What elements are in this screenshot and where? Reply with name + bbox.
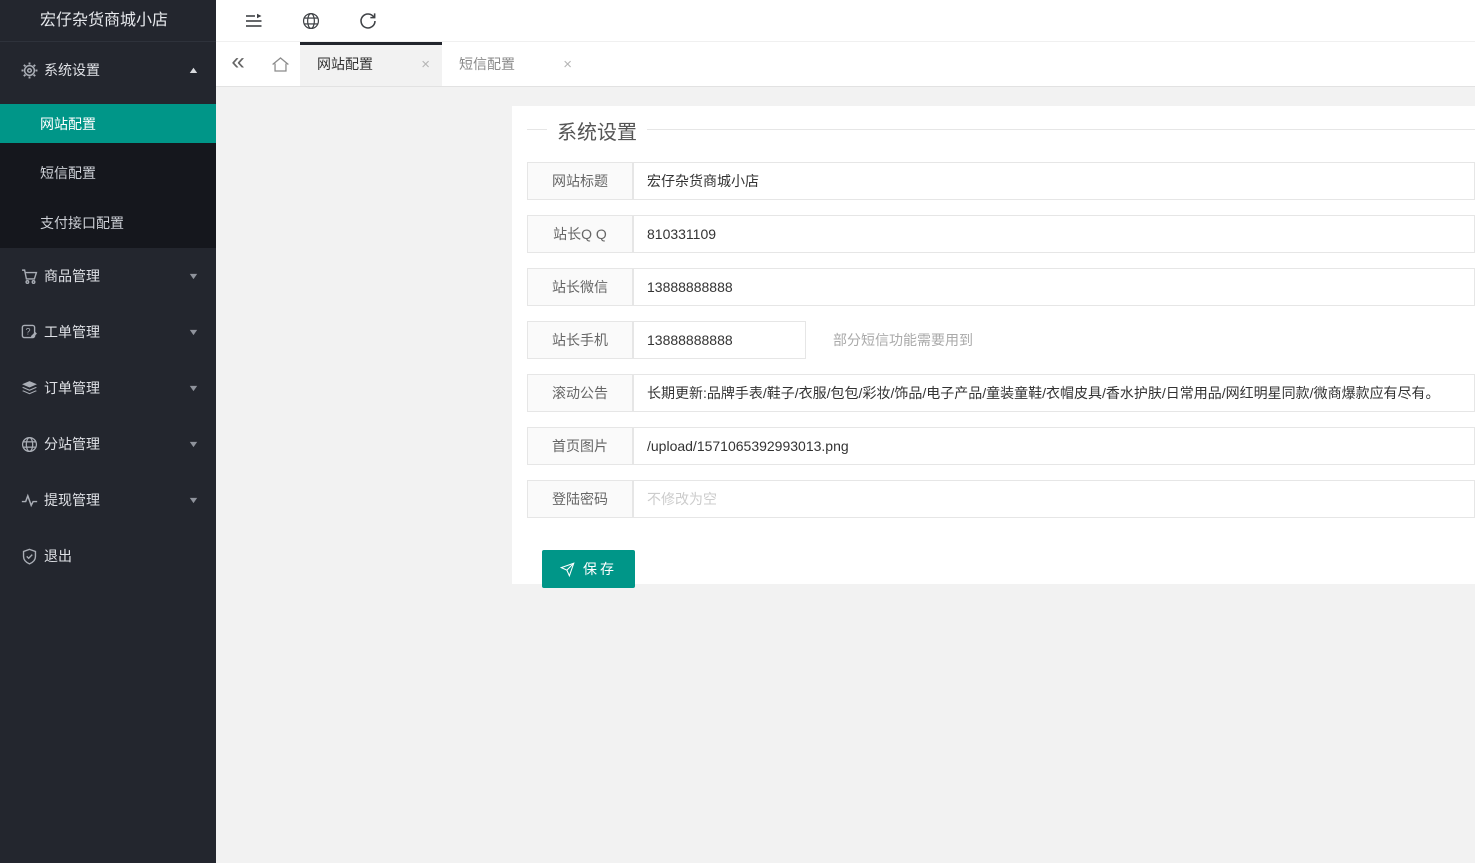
home-icon: [270, 55, 291, 74]
form-row-qq: 站长Q Q: [527, 215, 1475, 253]
tab-bar: « 网站配置 × 短信配置 ×: [216, 42, 1475, 87]
chevron-down-icon: ▼: [187, 327, 199, 337]
sidebar-item-label: 商品管理: [44, 266, 189, 286]
sidebar-item-substations[interactable]: 分站管理 ▼: [0, 416, 216, 472]
close-icon[interactable]: ×: [563, 57, 572, 72]
cart-icon: [21, 268, 38, 285]
pulse-icon: [21, 492, 38, 509]
field-label: 首页图片: [527, 427, 633, 465]
notice-input[interactable]: [633, 374, 1475, 412]
qq-input[interactable]: [633, 215, 1475, 253]
sidebar-item-payment-config[interactable]: 支付接口配置: [0, 198, 216, 248]
sidebar: 宏仔杂货商城小店 系统设置 ▲ 网站配置 短信配置 支付接口配置: [0, 0, 216, 863]
layers-icon: [21, 380, 38, 397]
site-globe-icon[interactable]: [302, 12, 320, 30]
ticket-question-icon: ?: [21, 324, 38, 341]
fieldset-divider: 系统设置: [527, 129, 1475, 130]
form-row-site-title: 网站标题: [527, 162, 1475, 200]
content-area: 系统设置 网站标题 站长Q Q 站长微信 站长手机 部分短信功能需要用到 滚动公…: [216, 87, 1475, 863]
shield-check-icon: [21, 548, 38, 565]
chevron-up-icon: ▲: [187, 65, 199, 75]
form-row-password: 登陆密码: [527, 480, 1475, 518]
system-settings-submenu: 网站配置 短信配置 支付接口配置: [0, 104, 216, 248]
password-input[interactable]: [633, 480, 1475, 518]
sidebar-item-label: 工单管理: [44, 322, 189, 342]
sidebar-item-work-orders[interactable]: ? 工单管理 ▼: [0, 304, 216, 360]
chevron-down-icon: ▼: [187, 495, 199, 505]
field-label: 站长Q Q: [527, 215, 633, 253]
sidebar-item-label: 退出: [44, 546, 198, 566]
tabs-collapse-button[interactable]: «: [216, 42, 260, 86]
home-image-input[interactable]: [633, 427, 1475, 465]
home-tab[interactable]: [260, 42, 300, 86]
refresh-icon[interactable]: [359, 12, 377, 30]
paper-plane-icon: [560, 562, 575, 577]
submenu-item-label: 短信配置: [40, 163, 96, 183]
sidebar-item-withdrawals[interactable]: 提现管理 ▼: [0, 472, 216, 528]
form-row-wechat: 站长微信: [527, 268, 1475, 306]
globe-icon: [21, 436, 38, 453]
sidebar-item-sms-config[interactable]: 短信配置: [0, 148, 216, 198]
save-button-label: 保存: [583, 559, 617, 579]
field-label: 滚动公告: [527, 374, 633, 412]
field-label: 网站标题: [527, 162, 633, 200]
sidebar-item-label: 订单管理: [44, 378, 189, 398]
form-row-notice: 滚动公告: [527, 374, 1475, 412]
field-label: 站长微信: [527, 268, 633, 306]
submenu-item-label: 网站配置: [40, 114, 96, 134]
sidebar-item-site-config[interactable]: 网站配置: [0, 104, 216, 143]
phone-hint-text: 部分短信功能需要用到: [833, 321, 973, 359]
svg-text:?: ?: [26, 326, 31, 336]
sidebar-item-label: 系统设置: [44, 60, 189, 80]
brand-title: 宏仔杂货商城小店: [0, 0, 216, 42]
save-button[interactable]: 保存: [542, 550, 635, 588]
sidebar-item-goods[interactable]: 商品管理 ▼: [0, 248, 216, 304]
tab-sms-config[interactable]: 短信配置 ×: [442, 42, 584, 86]
top-bar: [216, 0, 1475, 42]
gear-icon: [21, 62, 38, 79]
sidebar-item-label: 分站管理: [44, 434, 189, 454]
close-icon[interactable]: ×: [421, 57, 430, 72]
field-label: 站长手机: [527, 321, 633, 359]
tab-site-config[interactable]: 网站配置 ×: [300, 42, 442, 86]
tab-label: 网站配置: [317, 54, 373, 74]
tab-label: 短信配置: [459, 54, 515, 74]
chevron-down-icon: ▼: [187, 439, 199, 449]
settings-card: 系统设置 网站标题 站长Q Q 站长微信 站长手机 部分短信功能需要用到 滚动公…: [512, 106, 1475, 584]
chevron-down-icon: ▼: [187, 383, 199, 393]
phone-input[interactable]: [633, 321, 806, 359]
sidebar-item-logout[interactable]: 退出: [0, 528, 216, 584]
site-title-input[interactable]: [633, 162, 1475, 200]
form-row-home-image: 首页图片: [527, 427, 1475, 465]
chevron-down-icon: ▼: [187, 271, 199, 281]
sidebar-toggle-icon[interactable]: [245, 12, 263, 30]
submenu-item-label: 支付接口配置: [40, 213, 124, 233]
sidebar-item-system-settings[interactable]: 系统设置 ▲: [0, 42, 216, 98]
form-row-phone: 站长手机 部分短信功能需要用到: [527, 321, 1475, 359]
sidebar-item-label: 提现管理: [44, 490, 189, 510]
sidebar-item-orders[interactable]: 订单管理 ▼: [0, 360, 216, 416]
settings-form: 网站标题 站长Q Q 站长微信 站长手机 部分短信功能需要用到 滚动公告: [512, 162, 1475, 588]
field-label: 登陆密码: [527, 480, 633, 518]
page-title: 系统设置: [547, 116, 647, 145]
wechat-input[interactable]: [633, 268, 1475, 306]
